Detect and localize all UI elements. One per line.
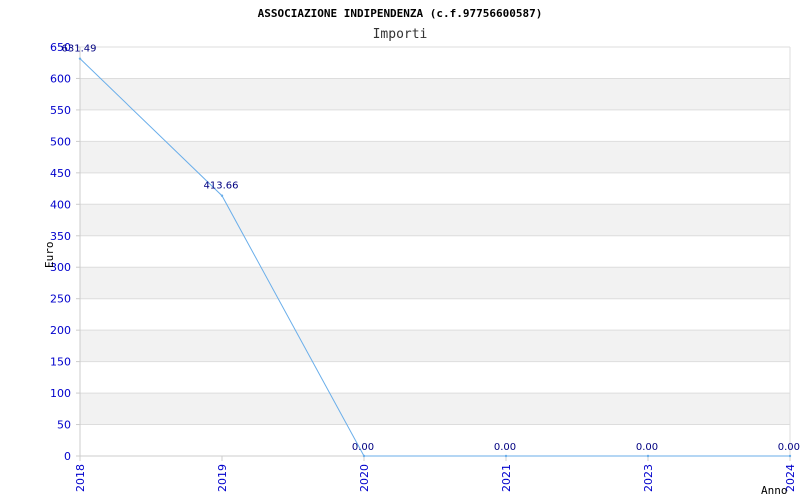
grid-band [80, 173, 790, 204]
grid-band [80, 299, 790, 330]
data-label: 631.49 [62, 44, 97, 55]
chart-subtitle: Importi [373, 27, 428, 42]
data-point [789, 455, 791, 457]
grid-band [80, 204, 790, 235]
x-tick-label: 2018 [74, 464, 87, 492]
grid-band [80, 236, 790, 267]
data-point [79, 57, 81, 59]
y-tick-label: 250 [50, 293, 71, 306]
y-tick-label: 0 [64, 450, 71, 463]
grid-band [80, 425, 790, 456]
grid-band [80, 47, 790, 78]
grid-band [80, 110, 790, 141]
grid-band [80, 141, 790, 172]
grid-band [80, 362, 790, 393]
data-point [363, 455, 365, 457]
y-axis-label: Euro [43, 242, 56, 269]
y-tick-label: 550 [50, 104, 71, 117]
y-tick-label: 100 [50, 387, 71, 400]
plot-background-bands [80, 47, 790, 456]
chart-container: ASSOCIAZIONE INDIPENDENZA (c.f.977566005… [0, 0, 800, 500]
x-tick-label: 2021 [500, 464, 513, 492]
grid-band [80, 393, 790, 424]
data-label: 0.00 [636, 442, 658, 453]
data-point [647, 455, 649, 457]
y-tick-label: 600 [50, 72, 71, 85]
grid-band [80, 330, 790, 361]
y-tick-label: 150 [50, 356, 71, 369]
data-label: 413.66 [204, 181, 239, 192]
x-tick-label: 2023 [642, 464, 655, 492]
grid-band [80, 78, 790, 109]
data-label: 0.00 [352, 442, 374, 453]
x-axis-ticks: 201820192020202120232024 [74, 456, 797, 492]
grid-band [80, 267, 790, 298]
y-tick-label: 200 [50, 324, 71, 337]
y-tick-label: 50 [57, 419, 71, 432]
x-tick-label: 2019 [216, 464, 229, 492]
data-point [505, 455, 507, 457]
x-tick-label: 2020 [358, 464, 371, 492]
line-chart: ASSOCIAZIONE INDIPENDENZA (c.f.977566005… [0, 0, 800, 500]
y-tick-label: 350 [50, 230, 71, 243]
data-point [221, 195, 223, 197]
data-label: 0.00 [494, 442, 516, 453]
y-tick-label: 450 [50, 167, 71, 180]
chart-title: ASSOCIAZIONE INDIPENDENZA (c.f.977566005… [258, 7, 543, 20]
data-label: 0.00 [778, 442, 800, 453]
y-tick-label: 400 [50, 198, 71, 211]
y-tick-label: 500 [50, 135, 71, 148]
x-axis-label: Anno [761, 484, 788, 497]
